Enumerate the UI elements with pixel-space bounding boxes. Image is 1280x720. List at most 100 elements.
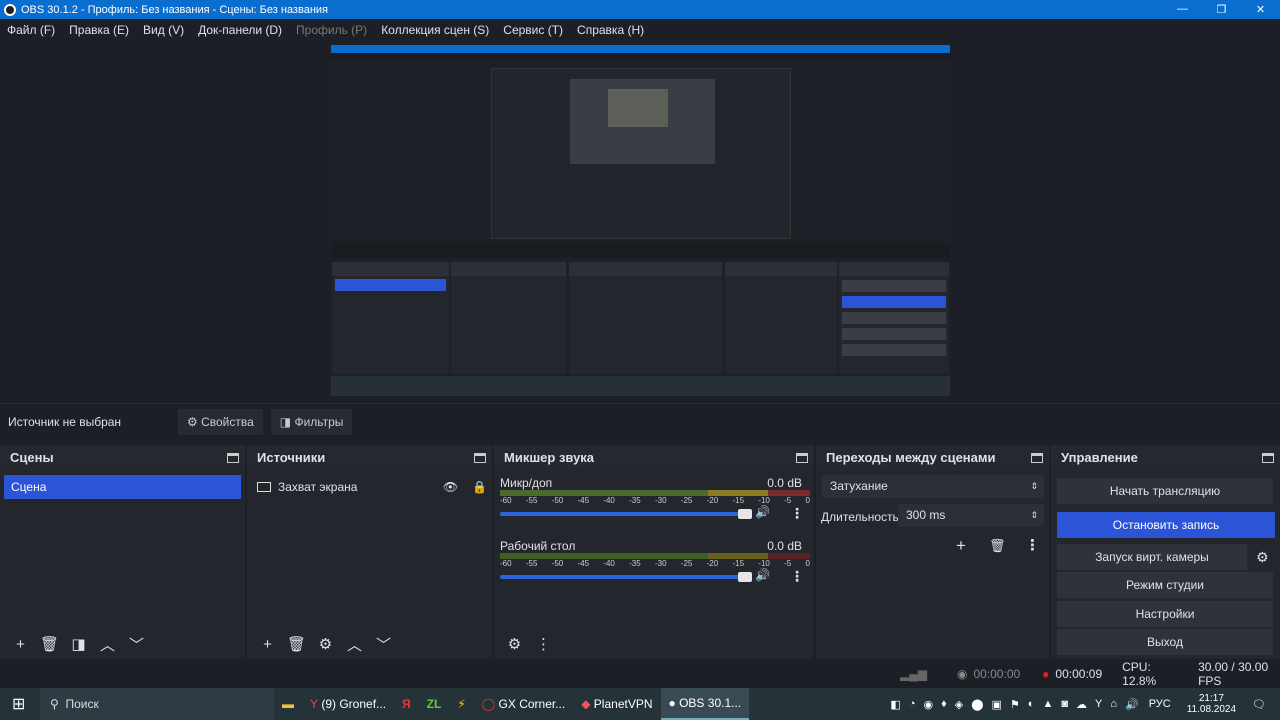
updown-icon: ⇕	[1030, 481, 1038, 491]
notification-icon[interactable]: 🗨	[1252, 698, 1266, 711]
duration-spinbox[interactable]: 300 ms ⇕	[898, 504, 1044, 527]
taskbar-vpn-app[interactable]: ◆ PlanetVPN	[573, 688, 660, 720]
menu-help[interactable]: Справка (H)	[577, 23, 644, 37]
spin-icon[interactable]: ⇕	[1030, 504, 1038, 527]
menu-profile[interactable]: Профиль (P)	[296, 23, 367, 37]
preview-canvas	[331, 45, 950, 396]
preview-area[interactable]	[0, 41, 1280, 403]
add-icon[interactable]: +	[253, 636, 282, 653]
filter-icon[interactable]: ◨	[64, 635, 93, 653]
add-icon[interactable]: +	[956, 536, 966, 556]
tray-icon[interactable]: ◐	[1028, 698, 1035, 710]
add-icon[interactable]: +	[6, 636, 35, 653]
source-item[interactable]: Захват экрана 👁 🔒	[257, 477, 487, 497]
stop-record-button[interactable]: Остановить запись	[1057, 512, 1275, 538]
more-icon[interactable]: ⋮	[529, 635, 558, 653]
windows-start-icon[interactable]: ⊞	[12, 694, 25, 714]
opera-icon: ◯	[481, 697, 499, 711]
menu-edit[interactable]: Правка (E)	[69, 23, 129, 37]
yandex-icon[interactable]: Я	[394, 688, 419, 720]
virtual-camera-button[interactable]: Запуск вирт. камеры	[1057, 544, 1247, 570]
tray-icon[interactable]: ⬤	[971, 698, 983, 711]
trash-icon[interactable]: 🗑	[989, 538, 1006, 554]
volume-slider[interactable]	[500, 572, 752, 582]
source-toolbar: Источник не выбран ⚙ Свойства ◨ Фильтры	[0, 403, 1280, 440]
undock-icon[interactable]	[1031, 452, 1043, 463]
move-up-icon[interactable]: ︿	[93, 634, 122, 655]
maximize-button[interactable]: ❐	[1202, 3, 1241, 16]
speaker-icon[interactable]: 🔊	[755, 505, 770, 519]
tray-icon[interactable]: ▣	[992, 698, 1002, 711]
more-icon[interactable]: ⋮	[790, 505, 804, 522]
more-icon[interactable]: ⋮	[1025, 536, 1040, 554]
menu-view[interactable]: Вид (V)	[143, 23, 184, 37]
scene-item[interactable]: Сцена	[4, 475, 241, 499]
lock-icon[interactable]: 🔒	[472, 480, 487, 494]
taskbar-obs-app[interactable]: ● OBS 30.1...	[660, 688, 750, 720]
obs-logo-icon	[4, 3, 16, 16]
undock-icon[interactable]	[474, 452, 486, 463]
volume-slider[interactable]	[500, 509, 752, 519]
channel-db: 0.0 dB	[767, 476, 802, 490]
menu-scene-collection[interactable]: Коллекция сцен (S)	[381, 23, 489, 37]
tray-icon[interactable]: ◧	[890, 698, 900, 711]
tray-icon[interactable]: ⚑	[1010, 698, 1020, 711]
title-bar: OBS 30.1.2 - Профиль: Без названия - Сце…	[0, 0, 1280, 19]
trash-icon[interactable]: 🗑	[35, 635, 64, 653]
taskbar-opera-app[interactable]: ◯ GX Corner...	[474, 688, 573, 720]
studio-mode-button[interactable]: Режим студии	[1057, 572, 1273, 598]
filters-button[interactable]: ◨ Фильтры	[270, 409, 353, 435]
settings-button[interactable]: Настройки	[1057, 601, 1273, 627]
exit-button[interactable]: Выход	[1057, 629, 1273, 655]
taskbar-yandex-app[interactable]: Y (9) Gronef...	[302, 688, 394, 720]
start-stream-button[interactable]: Начать трансляцию	[1057, 478, 1273, 504]
status-bar: ▂▄▆ ◉ 00:00:00 ● 00:00:09 CPU: 12.8% 30.…	[0, 660, 1280, 688]
close-button[interactable]: ✕	[1241, 3, 1280, 16]
clock[interactable]: 21:17 11.08.2024	[1187, 693, 1236, 715]
app-icon[interactable]: ⚡	[449, 688, 473, 720]
filter-icon: ◨	[279, 415, 295, 429]
minimize-button[interactable]: —	[1163, 3, 1202, 16]
taskbar-search[interactable]: ⚲ Поиск	[40, 688, 274, 720]
gear-icon[interactable]: ⚙	[311, 635, 340, 653]
yandex-icon: Y	[310, 697, 322, 711]
tray-icon[interactable]: 🔊	[1125, 698, 1139, 711]
tray-icon[interactable]: ☁	[1076, 698, 1087, 711]
language-indicator[interactable]: РУС	[1149, 698, 1171, 710]
trash-icon[interactable]: 🗑	[282, 635, 311, 653]
undock-icon[interactable]	[796, 452, 808, 463]
gear-icon[interactable]: ⚙	[500, 635, 529, 653]
move-down-icon[interactable]: ﹀	[369, 634, 398, 655]
undock-icon[interactable]	[1262, 452, 1274, 463]
tray-icon[interactable]: ◉	[923, 698, 933, 711]
move-up-icon[interactable]: ︿	[340, 634, 369, 655]
properties-button[interactable]: ⚙ Свойства	[178, 409, 263, 435]
tray-icon[interactable]: ♦	[941, 698, 947, 710]
search-icon: ⚲	[50, 697, 66, 711]
channel-name: Рабочий стол	[500, 539, 576, 553]
zl-icon[interactable]: ZL	[419, 688, 450, 720]
tray-icon[interactable]: ⌂	[1110, 698, 1117, 710]
move-down-icon[interactable]: ﹀	[122, 634, 151, 655]
menu-tools[interactable]: Сервис (T)	[503, 23, 563, 37]
tray-icon[interactable]: ◙	[1061, 698, 1068, 710]
tray-icon[interactable]: ▲	[1042, 698, 1053, 710]
folder-icon[interactable]: ▬	[274, 688, 302, 720]
gear-icon[interactable]: ⚙	[1256, 549, 1269, 566]
transition-select[interactable]: Затухание ⇕	[822, 475, 1044, 498]
more-icon[interactable]: ⋮	[790, 568, 804, 585]
tray-icon[interactable]: Y	[1095, 698, 1102, 710]
tray-icon[interactable]: ◈	[955, 698, 963, 711]
system-tray: ◧ ◔ ◉ ♦ ◈ ⬤ ▣ ⚑ ◐ ▲ ◙ ☁ Y ⌂ 🔊 РУС 21:17 1…	[886, 693, 1280, 715]
meter-scale: -60 -55 -50 -45 -40 -35 -30 -25 -20 -15 -10 -5 0	[500, 559, 810, 568]
record-icon: ●	[1042, 667, 1050, 681]
tray-icon[interactable]: ◔	[909, 698, 916, 710]
taskbar: ⊞ ⚲ Поиск ▬ Y (9) Gronef... Я ZL ⚡ ◯ GX …	[0, 688, 1280, 720]
undock-icon[interactable]	[227, 452, 239, 463]
menu-file[interactable]: Файл (F)	[7, 23, 55, 37]
stream-icon: ◉	[956, 667, 968, 681]
eye-icon[interactable]: 👁	[443, 480, 458, 494]
scenes-dock: Сцены Сцена + 🗑 ◨ ︿ ﹀	[0, 445, 245, 659]
menu-docks[interactable]: Док-панели (D)	[198, 23, 282, 37]
speaker-icon[interactable]: 🔊	[755, 568, 770, 582]
